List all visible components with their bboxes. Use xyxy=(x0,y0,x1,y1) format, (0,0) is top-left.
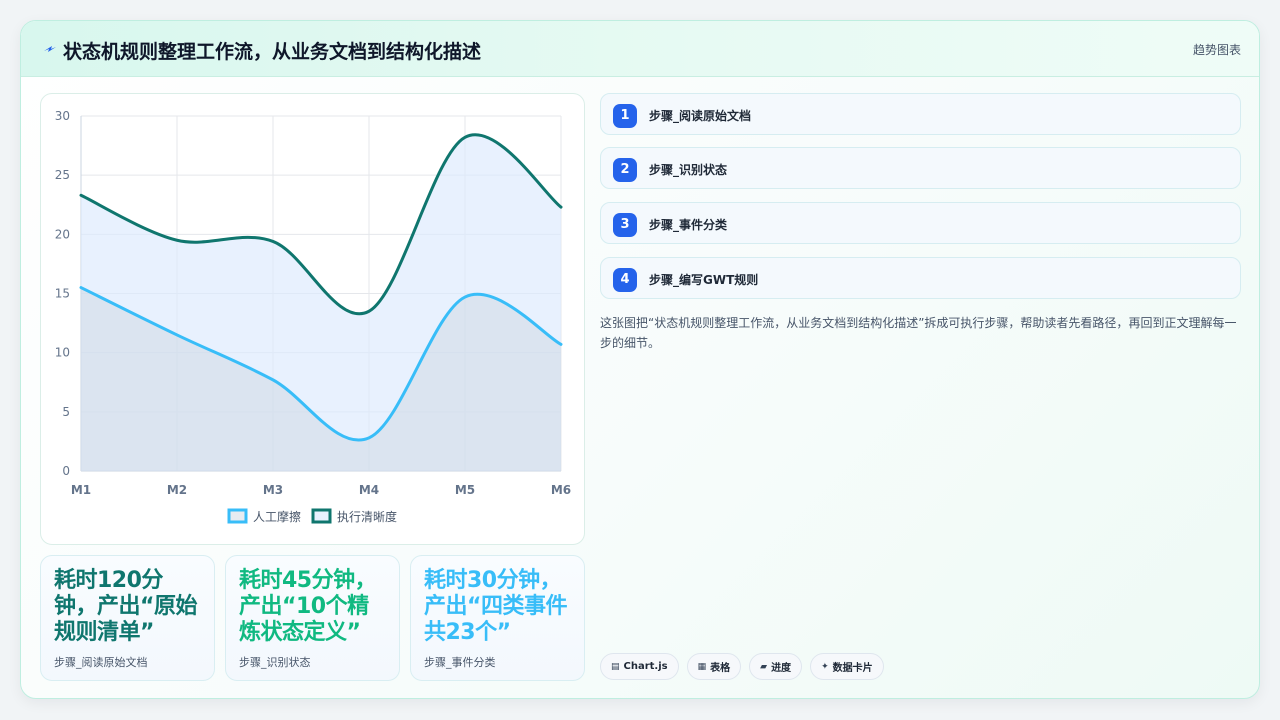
sparkle-icon: ✦ xyxy=(821,661,829,672)
stat-value: 耗时120分钟，产出“原始规则清单” xyxy=(54,568,197,645)
tag-label: Chart.js xyxy=(623,661,668,672)
chart-svg: 0 5 10 15 20 25 30 M1 M2 M3 M4 M5 M6 人工摩擦 执行清晰度 xyxy=(55,109,571,524)
x-tick-label: M6 xyxy=(551,483,571,497)
step-item-3[interactable]: 3 步骤_事件分类 xyxy=(600,202,1241,244)
stat-value: 耗时45分钟，产出“10个精炼状态定义” xyxy=(239,568,377,645)
x-tick-label: M1 xyxy=(71,483,91,497)
workflow-description: 这张图把“状态机规则整理工作流，从业务文档到结构化描述”拆成可执行步骤，帮助读者… xyxy=(600,316,1237,350)
y-tick-label: 30 xyxy=(55,109,70,123)
step-label: 步骤_阅读原始文档 xyxy=(649,109,752,123)
legend-label: 执行清晰度 xyxy=(337,509,397,524)
progress-icon: ▰ xyxy=(760,661,768,672)
step-label: 步骤_编写GWT规则 xyxy=(649,273,759,287)
chart-icon: ▤ xyxy=(611,661,620,672)
step-item-2[interactable]: 2 步骤_识别状态 xyxy=(600,147,1241,189)
stat-value: 耗时30分钟，产出“四类事件共23个” xyxy=(424,568,567,645)
tag-progress[interactable]: ▰ 进度 xyxy=(749,653,803,680)
tag-data-card[interactable]: ✦ 数据卡片 xyxy=(810,653,884,680)
step-label: 步骤_事件分类 xyxy=(649,218,728,232)
step-number-badge: 1 xyxy=(613,104,637,128)
step-number-badge: 3 xyxy=(613,213,637,237)
legend-swatch xyxy=(311,508,332,524)
y-tick-label: 10 xyxy=(55,346,70,360)
stat-label: 步骤_识别状态 xyxy=(239,656,311,669)
y-tick-label: 5 xyxy=(62,405,70,419)
y-tick-label: 20 xyxy=(55,227,70,241)
step-item-4[interactable]: 4 步骤_编写GWT规则 xyxy=(600,257,1241,299)
stat-label: 步骤_事件分类 xyxy=(424,656,496,669)
x-tick-label: M5 xyxy=(455,483,475,497)
legend-label: 人工摩擦 xyxy=(253,509,301,524)
stat-card-3: 耗时30分钟，产出“四类事件共23个” 步骤_事件分类 xyxy=(410,555,585,681)
tag-table[interactable]: ▦ 表格 xyxy=(686,653,742,680)
step-number-badge: 4 xyxy=(613,268,637,292)
feature-tags: ▤ Chart.js ▦ 表格 ▰ 进度 ✦ 数据卡片 xyxy=(600,653,884,680)
table-icon: ▦ xyxy=(697,661,707,672)
tag-label: 进度 xyxy=(771,663,792,674)
step-item-1[interactable]: 1 步骤_阅读原始文档 xyxy=(600,93,1241,135)
card-header: 状态机规则整理工作流，从业务文档到结构化描述 趋势图表 xyxy=(21,21,1259,77)
step-number-badge: 2 xyxy=(613,158,637,182)
x-tick-label: M2 xyxy=(167,483,187,497)
step-label: 步骤_识别状态 xyxy=(649,163,728,177)
y-tick-label: 15 xyxy=(55,287,70,301)
y-tick-label: 0 xyxy=(62,464,70,478)
x-tick-label: M4 xyxy=(359,483,379,497)
page-title: 状态机规则整理工作流，从业务文档到结构化描述 xyxy=(63,41,482,63)
stat-card-1: 耗时120分钟，产出“原始规则清单” 步骤_阅读原始文档 xyxy=(40,555,215,681)
y-tick-label: 25 xyxy=(55,168,70,182)
stat-label: 步骤_阅读原始文档 xyxy=(54,656,148,669)
tag-chartjs[interactable]: ▤ Chart.js xyxy=(600,653,679,680)
tag-label: 数据卡片 xyxy=(832,663,873,674)
stat-card-2: 耗时45分钟，产出“10个精炼状态定义” 步骤_识别状态 xyxy=(225,555,400,681)
trend-chart: 0 5 10 15 20 25 30 M1 M2 M3 M4 M5 M6 人工摩擦 执行清晰度 xyxy=(40,93,585,545)
x-tick-label: M3 xyxy=(263,483,283,497)
chart-type-label: 趋势图表 xyxy=(1192,43,1241,57)
workflow-card: 状态机规则整理工作流，从业务文档到结构化描述 趋势图表 0 5 10 15 20 25 30… xyxy=(20,20,1260,699)
legend-swatch xyxy=(227,508,248,524)
tag-label: 表格 xyxy=(710,663,731,674)
lightning-icon xyxy=(44,46,56,52)
